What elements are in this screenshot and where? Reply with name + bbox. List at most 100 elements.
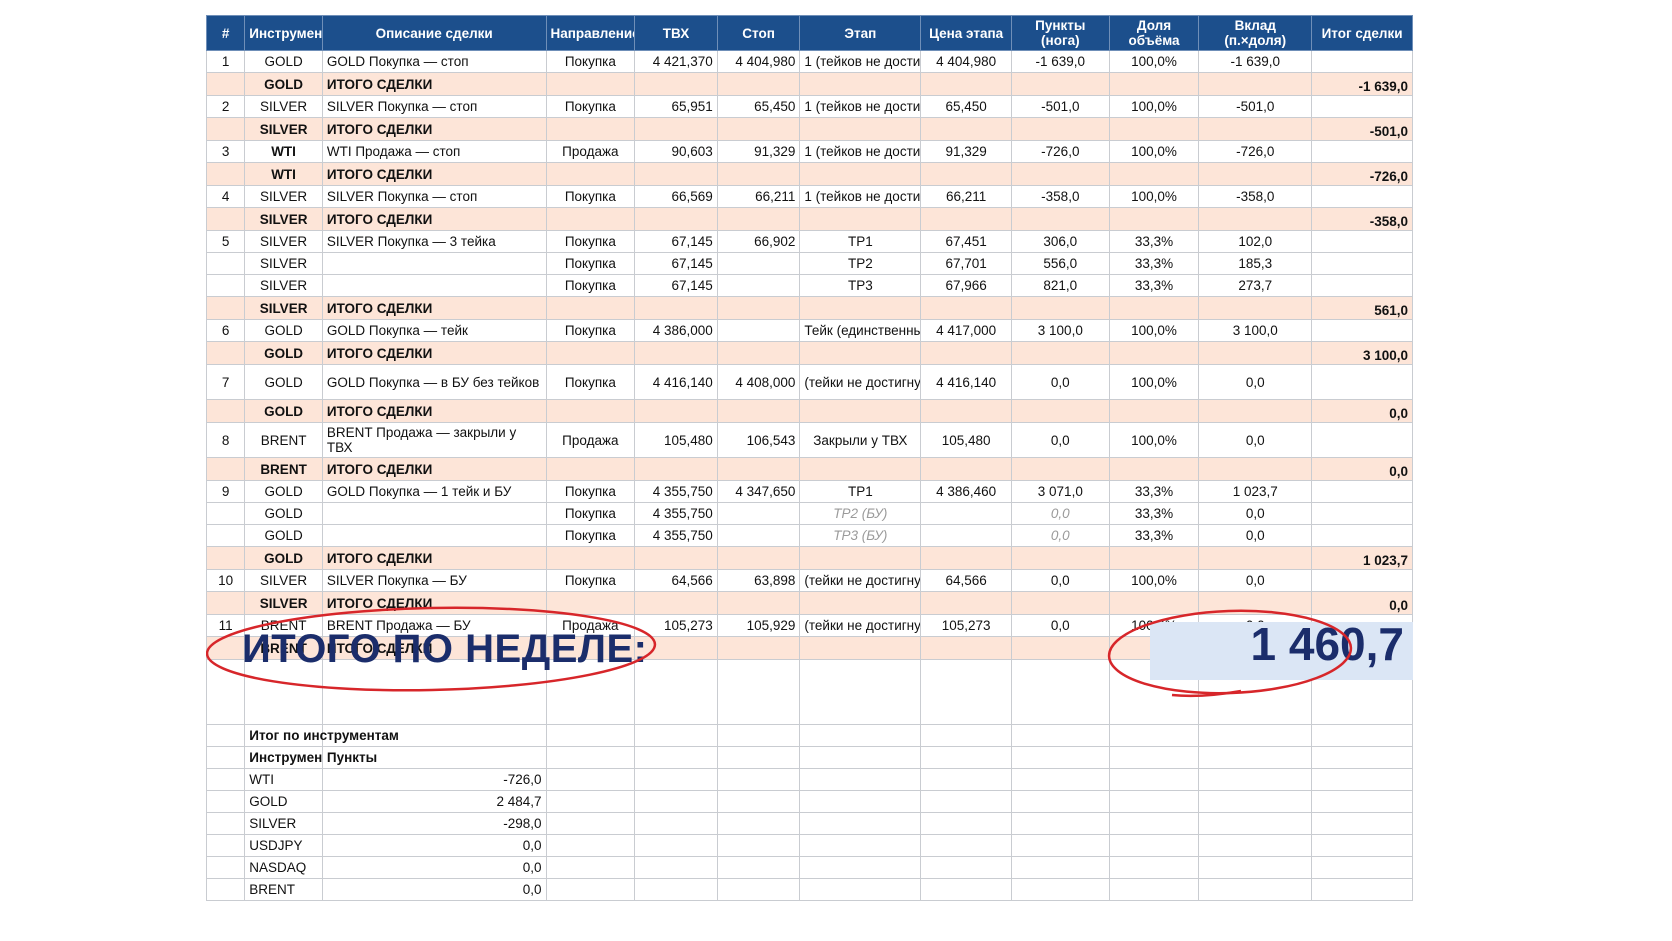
cell-empty[interactable]: [920, 812, 1012, 835]
cell-total[interactable]: -726,0: [1311, 162, 1413, 186]
cell-empty[interactable]: [1108, 546, 1200, 570]
cell-tvh[interactable]: 4 416,140: [634, 364, 718, 400]
cell-empty[interactable]: [799, 296, 922, 320]
cell-empty[interactable]: [920, 117, 1012, 141]
cell-num[interactable]: 7: [205, 364, 246, 400]
cell-empty[interactable]: [799, 878, 922, 901]
cell-inst[interactable]: GOLD: [244, 399, 323, 423]
cell-inst[interactable]: SILVER: [244, 274, 323, 297]
cell-empty[interactable]: [545, 207, 636, 231]
cell-empty[interactable]: [716, 790, 801, 813]
column-header[interactable]: Направление: [545, 15, 636, 51]
cell-tvh[interactable]: 66,569: [634, 185, 718, 208]
cell-num[interactable]: [205, 524, 246, 547]
cell-empty[interactable]: [205, 162, 246, 186]
cell-price[interactable]: [920, 502, 1012, 525]
cell-share[interactable]: 33,3%: [1108, 274, 1200, 297]
cell-empty[interactable]: [1108, 117, 1200, 141]
cell-dir[interactable]: Покупка: [545, 319, 636, 342]
summary-points[interactable]: 0,0: [321, 856, 547, 879]
cell-desc[interactable]: [321, 274, 547, 297]
cell-contrib[interactable]: -726,0: [1198, 140, 1313, 163]
cell-total[interactable]: [1311, 319, 1413, 342]
cell-share[interactable]: 100,0%: [1108, 185, 1200, 208]
cell-stop[interactable]: 63,898: [716, 569, 801, 592]
cell-desc[interactable]: BRENT Продажа — закрыли у ТВХ: [321, 422, 547, 458]
cell-desc[interactable]: [321, 502, 547, 525]
cell-empty[interactable]: [1198, 399, 1313, 423]
cell-inst[interactable]: GOLD: [244, 319, 323, 342]
summary-instrument[interactable]: NASDAQ: [244, 856, 323, 879]
cell-tvh[interactable]: 65,951: [634, 95, 718, 118]
summary-instrument[interactable]: WTI: [244, 768, 323, 791]
cell-pts[interactable]: -358,0: [1010, 185, 1110, 208]
cell-contrib[interactable]: 1 023,7: [1198, 480, 1313, 503]
cell-empty[interactable]: [634, 341, 718, 365]
cell-total[interactable]: [1311, 502, 1413, 525]
cell-empty[interactable]: [205, 746, 246, 769]
cell-contrib[interactable]: 0,0: [1198, 422, 1313, 458]
cell-inst[interactable]: GOLD: [244, 502, 323, 525]
cell-empty[interactable]: [205, 659, 246, 725]
cell-total[interactable]: 0,0: [1311, 457, 1413, 481]
summary-col-points[interactable]: Пункты: [321, 746, 547, 769]
cell-total[interactable]: 1 023,7: [1311, 546, 1413, 570]
cell-empty[interactable]: [920, 341, 1012, 365]
cell-empty[interactable]: [1108, 207, 1200, 231]
cell-inst[interactable]: SILVER: [244, 207, 323, 231]
cell-empty[interactable]: [545, 790, 636, 813]
cell-empty[interactable]: [716, 117, 801, 141]
cell-empty[interactable]: [205, 878, 246, 901]
cell-empty[interactable]: [799, 207, 922, 231]
cell-pts[interactable]: 0,0: [1010, 502, 1110, 525]
cell-empty[interactable]: [205, 117, 246, 141]
summary-points[interactable]: -298,0: [321, 812, 547, 835]
summary-points[interactable]: 0,0: [321, 834, 547, 857]
cell-empty[interactable]: [1010, 296, 1110, 320]
cell-pts[interactable]: -1 639,0: [1010, 50, 1110, 73]
cell-empty[interactable]: [1010, 591, 1110, 615]
cell-empty[interactable]: [545, 72, 636, 96]
cell-stage[interactable]: Закрыли у ТВХ: [799, 422, 922, 458]
cell-empty[interactable]: [716, 724, 801, 747]
cell-price[interactable]: 66,211: [920, 185, 1012, 208]
cell-num[interactable]: [205, 252, 246, 275]
column-header[interactable]: Описание сделки: [321, 15, 547, 51]
cell-inst[interactable]: SILVER: [244, 296, 323, 320]
cell-desc[interactable]: ИТОГО СДЕЛКИ: [321, 591, 547, 615]
cell-dir[interactable]: Продажа: [545, 140, 636, 163]
cell-price[interactable]: 105,273: [920, 614, 1012, 637]
cell-price[interactable]: [920, 524, 1012, 547]
cell-empty[interactable]: [205, 834, 246, 857]
cell-stop[interactable]: 4 347,650: [716, 480, 801, 503]
cell-price[interactable]: 64,566: [920, 569, 1012, 592]
cell-empty[interactable]: [1010, 207, 1110, 231]
cell-total[interactable]: 0,0: [1311, 591, 1413, 615]
cell-empty[interactable]: [1010, 790, 1110, 813]
cell-dir[interactable]: Покупка: [545, 480, 636, 503]
cell-desc[interactable]: ИТОГО СДЕЛКИ: [321, 72, 547, 96]
cell-price[interactable]: 4 416,140: [920, 364, 1012, 400]
cell-pts[interactable]: 0,0: [1010, 364, 1110, 400]
cell-empty[interactable]: [634, 591, 718, 615]
cell-empty[interactable]: [1198, 790, 1313, 813]
cell-empty[interactable]: [1010, 117, 1110, 141]
cell-total[interactable]: -1 639,0: [1311, 72, 1413, 96]
cell-empty[interactable]: [920, 296, 1012, 320]
cell-contrib[interactable]: 0,0: [1198, 524, 1313, 547]
cell-empty[interactable]: [634, 790, 718, 813]
cell-inst[interactable]: GOLD: [244, 364, 323, 400]
summary-points[interactable]: 0,0: [321, 878, 547, 901]
cell-tvh[interactable]: 4 355,750: [634, 502, 718, 525]
cell-share[interactable]: 100,0%: [1108, 422, 1200, 458]
column-header[interactable]: ТВХ: [634, 15, 718, 51]
cell-tvh[interactable]: 67,145: [634, 230, 718, 253]
cell-tvh[interactable]: 90,603: [634, 140, 718, 163]
cell-empty[interactable]: [799, 768, 922, 791]
cell-empty[interactable]: [799, 591, 922, 615]
summary-instrument[interactable]: USDJPY: [244, 834, 323, 857]
cell-num[interactable]: 5: [205, 230, 246, 253]
cell-num[interactable]: 2: [205, 95, 246, 118]
cell-empty[interactable]: [716, 812, 801, 835]
cell-empty[interactable]: [716, 746, 801, 769]
